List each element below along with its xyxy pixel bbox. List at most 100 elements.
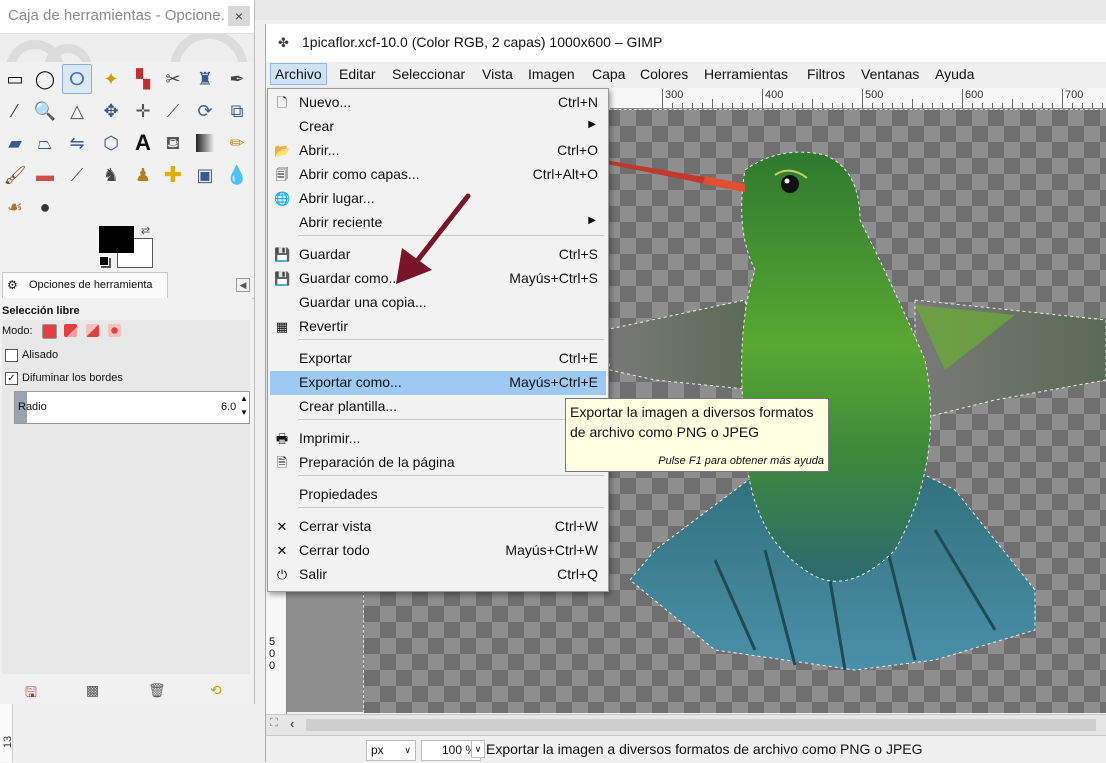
- ruler-tick: [902, 103, 903, 108]
- menu-seleccionar[interactable]: Seleccionar: [392, 66, 465, 82]
- free-select-icon[interactable]: ⵔ: [62, 64, 92, 94]
- reset-options-icon[interactable]: ⟲: [210, 682, 222, 699]
- ruler-tick: [842, 103, 843, 108]
- scale-icon[interactable]: ⧉: [222, 96, 252, 126]
- menu-item-preparación-de-la-página[interactable]: 🗎 Preparación de la página: [270, 451, 606, 475]
- perspective-clone-icon[interactable]: ▣: [190, 160, 220, 190]
- crop-icon[interactable]: ⟋: [158, 96, 188, 126]
- zoom-chevron-icon[interactable]: ∨: [471, 740, 485, 758]
- menu-item-cerrar-vista[interactable]: ✕ Cerrar vista Ctrl+W: [270, 515, 606, 539]
- menu-item-crear-plantilla[interactable]: Crear plantilla...: [270, 395, 606, 419]
- close-all-icon: ✕: [276, 543, 288, 558]
- menu-archivo[interactable]: Archivo: [270, 63, 327, 85]
- menu-item-exportar-como[interactable]: Exportar como... Mayús+Ctrl+E: [270, 371, 606, 395]
- menu-item-label: Propiedades: [299, 486, 378, 502]
- menu-item-label: Guardar una copia...: [299, 294, 427, 310]
- color-picker-icon[interactable]: ⁄: [0, 96, 30, 126]
- bucket-fill-icon[interactable]: ⛾: [158, 128, 188, 158]
- ruler-tick: [972, 103, 973, 108]
- rotate-icon[interactable]: ⟳: [190, 96, 220, 126]
- menu-ayuda[interactable]: Ayuda: [935, 66, 974, 82]
- color-select-icon[interactable]: ▚: [128, 64, 158, 94]
- ellipse-select-icon[interactable]: ◯: [30, 64, 60, 94]
- paintbrush-icon[interactable]: 🖌: [0, 160, 30, 190]
- menu-capa[interactable]: Capa: [592, 66, 625, 82]
- ruler-label-700: 700: [1065, 89, 1084, 101]
- ink-icon[interactable]: ♞: [96, 160, 126, 190]
- smudge-icon[interactable]: ☙: [0, 192, 30, 222]
- pencil-icon[interactable]: ✏: [222, 128, 252, 158]
- mode-add-icon[interactable]: [64, 324, 77, 337]
- scissors-icon[interactable]: ✂: [158, 64, 188, 94]
- rect-select-icon[interactable]: ▭: [0, 64, 30, 94]
- menu-item-exportar[interactable]: Exportar Ctrl+E: [270, 347, 606, 371]
- menu-filtros[interactable]: Filtros: [807, 66, 845, 82]
- text-tool-icon[interactable]: A: [128, 128, 158, 158]
- ruler-tick: [812, 99, 813, 108]
- gradient-icon[interactable]: [196, 134, 214, 152]
- shear-icon[interactable]: ▰: [0, 128, 30, 158]
- menu-colores[interactable]: Colores: [640, 66, 688, 82]
- tab-menu-icon[interactable]: ◀: [236, 278, 250, 292]
- menu-item-cerrar-todo[interactable]: ✕ Cerrar todo Mayús+Ctrl+W: [270, 539, 606, 563]
- ruler-left-label-3: 0: [269, 660, 276, 672]
- flip-icon[interactable]: ⇋: [62, 128, 92, 158]
- reset-colors-icon[interactable]: [99, 256, 109, 266]
- ruler-tick: [732, 103, 733, 108]
- antialias-checkbox[interactable]: [5, 349, 18, 362]
- dodge-burn-icon[interactable]: ●: [30, 192, 60, 222]
- radius-spin-field[interactable]: Radio 6.0 ▲ ▼: [14, 391, 250, 424]
- menu-imagen[interactable]: Imagen: [528, 66, 575, 82]
- mode-replace-icon[interactable]: [42, 324, 57, 339]
- toolbox-close-button[interactable]: ×: [228, 6, 250, 26]
- ruler-vertical[interactable]: 5 0 0: [266, 584, 287, 714]
- align-icon[interactable]: ✛: [128, 96, 158, 126]
- menu-item-imprimir[interactable]: 🖶Imprimir...C: [270, 427, 606, 451]
- menu-item-crear[interactable]: Crear ▶: [270, 115, 606, 139]
- feather-checkbox[interactable]: ✓: [5, 372, 18, 385]
- unit-select[interactable]: px ∨: [366, 740, 416, 761]
- new-file-icon: 🗋: [276, 95, 288, 110]
- fuzzy-select-icon[interactable]: ✦: [96, 64, 126, 94]
- menu-vista[interactable]: Vista: [482, 66, 513, 82]
- menu-item-revertir[interactable]: ▦ Revertir: [270, 315, 606, 339]
- menu-item-abrir-como-capas[interactable]: 🗐 Abrir como capas... Ctrl+Alt+O: [270, 163, 606, 187]
- horizontal-scroll-thumb[interactable]: [306, 719, 1096, 731]
- scroll-left-icon[interactable]: ‹: [290, 716, 294, 731]
- swap-colors-icon[interactable]: ⇄: [141, 224, 150, 237]
- tab-tool-options[interactable]: ⚙ Opciones de herramienta: [2, 272, 168, 299]
- ruler-tick: [832, 103, 833, 108]
- paths-icon[interactable]: ✒: [222, 64, 252, 94]
- menu-item-propiedades[interactable]: Propiedades: [270, 483, 606, 507]
- menu-herramientas[interactable]: Herramientas: [704, 66, 788, 82]
- delete-options-icon[interactable]: 🗑: [148, 682, 166, 699]
- measure-icon[interactable]: △: [62, 96, 92, 126]
- restore-options-icon[interactable]: ▩: [86, 682, 99, 699]
- clone-icon[interactable]: ♟: [128, 160, 158, 190]
- horizontal-scrollbar[interactable]: ⛶ ‹: [266, 714, 1106, 735]
- navigate-icon[interactable]: ⛶: [270, 717, 278, 730]
- menu-item-guardar-una-copia[interactable]: Guardar una copia...: [270, 291, 606, 315]
- perspective-icon[interactable]: ⏢: [30, 128, 60, 158]
- menu-item-salir[interactable]: ⏻ Salir Ctrl+Q: [270, 563, 606, 587]
- menu-item-nuevo[interactable]: 🗋 Nuevo... Ctrl+N: [270, 91, 606, 115]
- zoom-icon[interactable]: 🔍: [30, 96, 60, 126]
- mode-intersect-icon[interactable]: [108, 324, 121, 337]
- heal-icon[interactable]: ✚: [158, 160, 188, 190]
- ruler-horizontal[interactable]: 300 400 500 600 700: [610, 88, 1106, 109]
- toolbox-titlebar[interactable]: Caja de herramientas - Opcione... ×: [0, 0, 254, 34]
- eraser-icon[interactable]: ▬: [30, 160, 60, 190]
- menu-ventanas[interactable]: Ventanas: [861, 66, 919, 82]
- menu-editar[interactable]: Editar: [339, 66, 376, 82]
- cage-transform-icon[interactable]: ⬡: [96, 128, 126, 158]
- foreground-color-swatch-front[interactable]: [99, 226, 134, 253]
- airbrush-icon[interactable]: ⟋: [62, 160, 92, 190]
- image-window-titlebar[interactable]: ✤ 1picaflor.xcf-10.0 (Color RGB, 2 capas…: [266, 24, 1106, 62]
- menu-item-abrir[interactable]: 📂 Abrir... Ctrl+O: [270, 139, 606, 163]
- blur-icon[interactable]: 💧: [222, 160, 252, 190]
- save-options-icon[interactable]: 🖫: [25, 682, 37, 706]
- mode-subtract-icon[interactable]: [86, 324, 99, 337]
- move-icon[interactable]: ✥: [96, 96, 126, 126]
- foreground-select-icon[interactable]: ♜: [190, 64, 220, 94]
- radius-stepper-icon[interactable]: ▲ ▼: [239, 392, 249, 423]
